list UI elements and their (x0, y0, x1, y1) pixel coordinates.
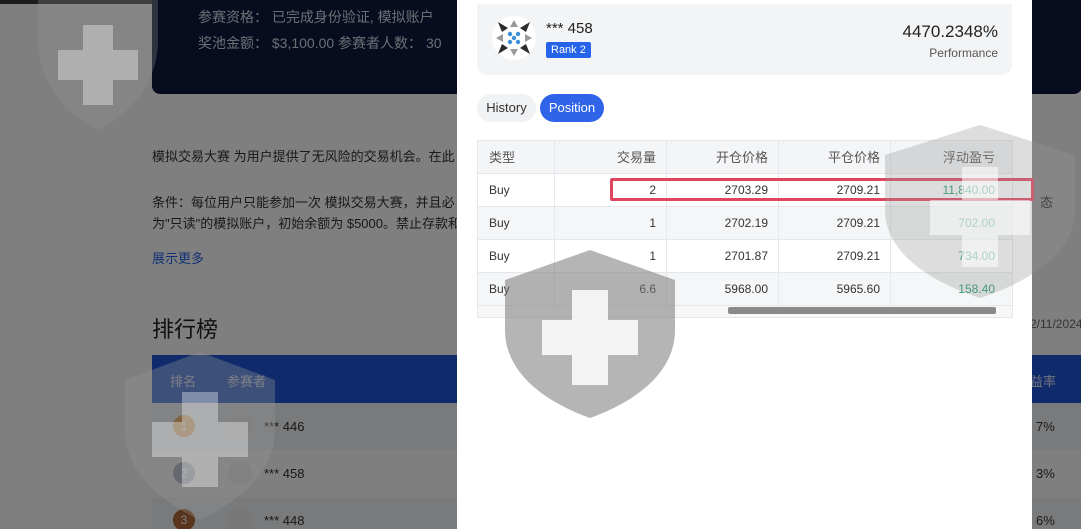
cell-open-price: 5968.00 (667, 273, 779, 305)
cell-floating-pnl: 702.00 (958, 216, 995, 230)
cell-type: Buy (478, 273, 555, 305)
header-volume: 交易量 (555, 141, 667, 173)
cell-type: Buy (478, 240, 555, 272)
cell-close-price: 2709.21 (779, 240, 891, 272)
horizontal-scrollbar[interactable] (728, 307, 996, 314)
cell-volume: 1 (555, 207, 667, 239)
user-name: *** 458 (546, 20, 593, 37)
avatar-pattern-icon (496, 20, 532, 56)
cell-type: Buy (478, 174, 555, 206)
header-open-price: 开仓价格 (667, 141, 779, 173)
cell-close-price: 2709.21 (779, 207, 891, 239)
header-floating-pnl: 浮动盈亏 (942, 150, 995, 165)
user-card: *** 458 Rank 2 4470.2348% Performance (477, 4, 1012, 75)
header-close-price: 平仓价格 (779, 141, 891, 173)
trader-detail-modal: *** 458 Rank 2 4470.2348% Performance Hi… (457, 0, 1032, 529)
table-row: Buy 6.6 5968.00 5965.60 158.40 (478, 273, 1012, 306)
performance-value: 4470.2348% (902, 22, 998, 41)
tab-position[interactable]: Position (540, 94, 604, 122)
header-type: 类型 (478, 141, 555, 173)
cell-volume: 6.6 (555, 273, 667, 305)
cell-close-price: 5965.60 (779, 273, 891, 305)
table-row: Buy 1 2701.87 2709.21 734.00 (478, 240, 1012, 273)
rank-badge: Rank 2 (546, 42, 591, 58)
user-avatar (492, 16, 536, 60)
cell-open-price: 2701.87 (667, 240, 779, 272)
performance-label: Performance (929, 46, 998, 60)
cell-volume: 1 (555, 240, 667, 272)
tab-history[interactable]: History (477, 94, 536, 122)
cell-open-price: 2702.19 (667, 207, 779, 239)
highlight-box (610, 178, 1034, 201)
table-row: Buy 1 2702.19 2709.21 702.00 (478, 207, 1012, 240)
table-header: 类型 交易量 开仓价格 平仓价格 浮动盈亏 (478, 141, 1012, 174)
cell-floating-pnl: 734.00 (958, 249, 995, 263)
positions-table: 类型 交易量 开仓价格 平仓价格 浮动盈亏 Buy 2 2703.29 2709… (477, 140, 1013, 318)
cell-floating-pnl: 158.40 (958, 282, 995, 296)
cell-type: Buy (478, 207, 555, 239)
